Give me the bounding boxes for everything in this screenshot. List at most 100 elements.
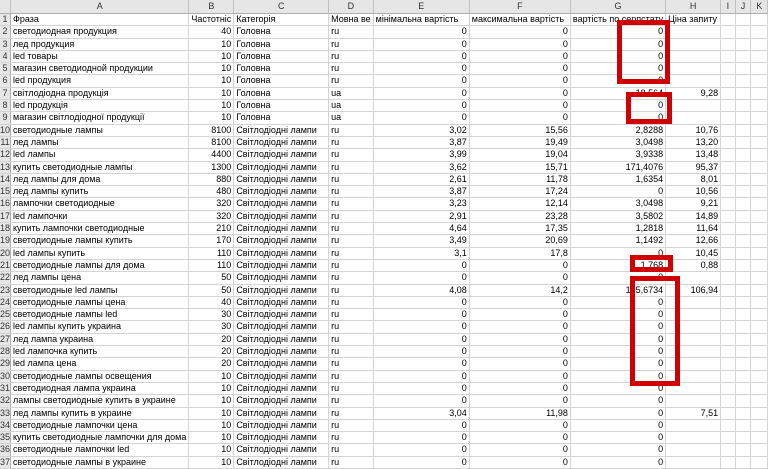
table-cell[interactable] (720, 99, 736, 113)
table-cell[interactable]: 2,91 (373, 210, 470, 224)
row-header[interactable]: 31 (0, 382, 11, 396)
column-header-g[interactable]: G (570, 0, 667, 14)
row-header[interactable]: 17 (0, 210, 11, 224)
table-cell[interactable]: Головна (233, 74, 330, 88)
table-cell[interactable]: 40 (188, 296, 235, 310)
row-header[interactable]: 30 (0, 370, 11, 383)
table-cell[interactable]: 0 (469, 382, 571, 396)
table-cell[interactable]: 0 (469, 38, 571, 51)
table-cell[interactable]: ru (328, 234, 374, 248)
table-cell[interactable] (720, 38, 736, 51)
table-cell[interactable] (750, 50, 768, 64)
table-cell[interactable] (750, 62, 768, 76)
table-cell[interactable]: 0 (373, 271, 470, 285)
table-cell[interactable] (735, 13, 752, 27)
table-cell[interactable]: светодиодные лампы купить (10, 234, 190, 248)
table-cell[interactable]: Світлодіодні лампи (233, 333, 330, 347)
table-cell[interactable]: 30 (188, 308, 235, 322)
table-cell[interactable]: ru (328, 222, 374, 236)
row-header[interactable]: 22 (0, 271, 11, 285)
table-cell[interactable]: ru (328, 124, 374, 137)
table-cell[interactable]: 0 (469, 456, 571, 469)
table-cell[interactable] (665, 74, 722, 88)
table-cell[interactable]: 10 (188, 50, 235, 64)
table-cell[interactable] (720, 370, 736, 383)
table-cell[interactable]: 0 (469, 419, 571, 433)
table-cell[interactable]: 480 (188, 185, 235, 199)
table-cell[interactable]: ru (328, 419, 374, 433)
table-cell[interactable] (735, 308, 752, 322)
table-cell[interactable] (735, 320, 752, 334)
table-cell[interactable]: 3,62 (373, 161, 470, 174)
table-cell[interactable]: 0 (469, 333, 571, 347)
row-header[interactable]: 13 (0, 161, 11, 174)
table-cell[interactable] (720, 247, 736, 260)
table-cell[interactable] (720, 74, 736, 88)
table-cell[interactable]: Світлодіодні лампи (233, 345, 330, 359)
table-cell[interactable]: 0 (373, 99, 470, 113)
table-cell[interactable]: 0 (469, 25, 571, 39)
table-cell[interactable] (735, 419, 752, 433)
table-cell[interactable]: 0 (373, 38, 470, 51)
table-cell[interactable]: Світлодіодні лампи (233, 456, 330, 469)
table-cell[interactable]: 10 (188, 407, 235, 420)
table-cell[interactable]: Світлодіодні лампи (233, 419, 330, 433)
table-cell[interactable]: 8100 (188, 124, 235, 137)
table-cell[interactable]: 0 (469, 271, 571, 285)
table-cell[interactable] (665, 394, 722, 408)
table-cell[interactable] (735, 50, 752, 64)
table-cell[interactable]: Світлодіодні лампи (233, 259, 330, 273)
table-cell[interactable] (735, 62, 752, 76)
column-header-e[interactable]: E (373, 0, 470, 14)
table-cell[interactable]: ru (328, 62, 374, 76)
table-cell[interactable] (720, 87, 736, 101)
table-cell[interactable]: 0 (373, 370, 470, 383)
table-cell[interactable]: 8,01 (665, 173, 722, 187)
row-header[interactable]: 36 (0, 443, 11, 457)
table-cell[interactable] (735, 407, 752, 420)
table-cell[interactable] (720, 443, 736, 457)
table-cell[interactable]: led продукція (10, 99, 190, 113)
row-header[interactable]: 8 (0, 99, 11, 113)
table-cell[interactable]: максимальна вартість (469, 13, 571, 27)
table-cell[interactable] (735, 87, 752, 101)
table-cell[interactable]: 10,45 (665, 247, 722, 260)
table-cell[interactable]: 20,69 (469, 234, 571, 248)
column-header-c[interactable]: C (233, 0, 330, 14)
table-cell[interactable]: светодиодные лампочки led (10, 443, 190, 457)
table-cell[interactable] (720, 161, 736, 174)
table-cell[interactable] (750, 247, 768, 260)
table-cell[interactable] (720, 222, 736, 236)
row-header[interactable]: 29 (0, 357, 11, 371)
table-cell[interactable] (735, 25, 752, 39)
table-cell[interactable] (750, 25, 768, 39)
table-cell[interactable]: Мовна ве (328, 13, 374, 27)
table-cell[interactable]: ru (328, 271, 374, 285)
row-header[interactable]: 3 (0, 38, 11, 51)
table-cell[interactable]: Світлодіодні лампи (233, 247, 330, 260)
table-cell[interactable] (720, 419, 736, 433)
table-cell[interactable] (665, 419, 722, 433)
table-cell[interactable] (665, 62, 722, 76)
table-cell[interactable] (750, 456, 768, 469)
table-cell[interactable] (750, 443, 768, 457)
table-cell[interactable]: лед продукция (10, 38, 190, 51)
row-header[interactable]: 21 (0, 259, 11, 273)
table-cell[interactable]: 4,64 (373, 222, 470, 236)
table-cell[interactable] (750, 345, 768, 359)
table-cell[interactable]: 13,20 (665, 136, 722, 150)
table-cell[interactable]: 0 (570, 394, 667, 408)
table-cell[interactable]: led лампы купить (10, 247, 190, 260)
table-cell[interactable] (750, 148, 768, 162)
table-cell[interactable]: 1300 (188, 161, 235, 174)
row-header[interactable]: 4 (0, 50, 11, 64)
table-cell[interactable] (750, 370, 768, 383)
table-cell[interactable] (720, 407, 736, 420)
row-header[interactable]: 19 (0, 234, 11, 248)
table-cell[interactable]: Частотніс (188, 13, 235, 27)
table-cell[interactable]: 0 (469, 345, 571, 359)
table-cell[interactable]: Фраза (10, 13, 190, 27)
table-cell[interactable]: 0 (373, 394, 470, 408)
row-header[interactable]: 16 (0, 197, 11, 211)
table-cell[interactable] (720, 136, 736, 150)
